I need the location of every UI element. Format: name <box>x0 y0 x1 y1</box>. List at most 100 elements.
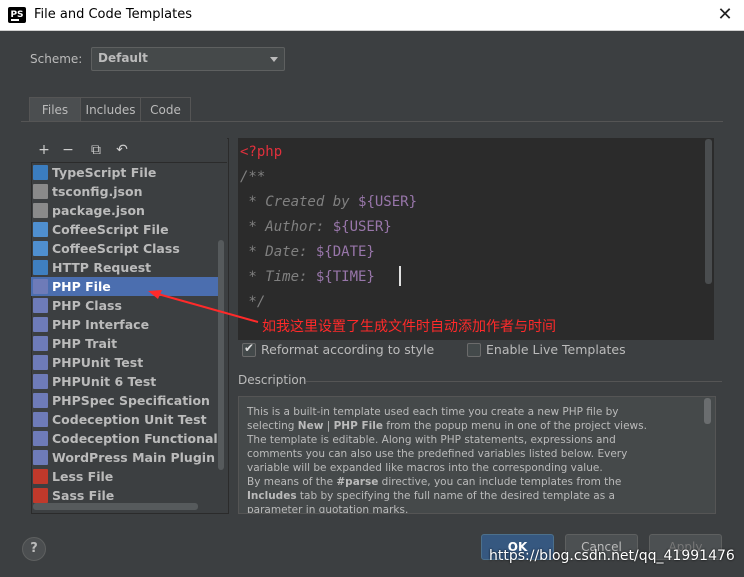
plus-icon: + <box>38 142 50 158</box>
template-item-label: TypeScript File <box>52 165 157 180</box>
template-item[interactable]: PHP Class <box>31 296 221 315</box>
json-file-icon <box>33 203 48 218</box>
php-file-icon <box>33 374 48 389</box>
code-line-time: * Time: ${TIME} <box>240 269 374 285</box>
template-code-editor[interactable]: <?php /** * Created by ${USER} * Author:… <box>238 138 714 340</box>
chevron-down-icon <box>270 57 278 62</box>
template-item[interactable]: tsconfig.json <box>31 182 221 201</box>
reset-template-button[interactable]: ↶ <box>113 140 131 160</box>
sass-file-icon <box>33 488 48 503</box>
time-prefix: * Time: <box>240 269 316 285</box>
ts-file-icon <box>33 165 48 180</box>
undo-icon: ↶ <box>116 142 128 158</box>
template-item-label: PHP Trait <box>52 336 118 351</box>
php-file-icon <box>33 355 48 370</box>
editor-scrollbar[interactable] <box>705 139 712 284</box>
template-list[interactable]: TypeScript File tsconfig.json package.json… <box>31 163 221 508</box>
code-line-date: * Date: ${DATE} <box>240 244 375 260</box>
php-file-icon <box>33 336 48 351</box>
description-divider <box>306 381 722 382</box>
reformat-checkbox[interactable] <box>242 341 256 357</box>
desc-text-5: tab by specifying the full name of the d… <box>247 490 615 514</box>
template-item[interactable]: PHP Trait <box>31 334 221 353</box>
code-line-comment-close: */ <box>240 294 266 310</box>
date-prefix: * Date: <box>240 244 316 260</box>
user-variable: ${USER} <box>358 194 418 210</box>
help-button[interactable]: ? <box>22 537 46 561</box>
remove-template-button[interactable]: − <box>59 140 77 160</box>
template-item[interactable]: package.json <box>31 201 221 220</box>
watermark-text: https://blog.csdn.net/qq_41991476 <box>489 548 735 564</box>
live-templates-checkbox[interactable] <box>467 343 481 357</box>
template-item-label: package.json <box>52 203 145 218</box>
date-variable: ${DATE} <box>315 244 375 260</box>
code-line-php-open: <?php <box>240 144 283 160</box>
template-item-label: PHP File <box>52 279 111 294</box>
phpstorm-app-icon: PS <box>8 7 26 23</box>
template-item-label: CoffeeScript Class <box>52 241 180 256</box>
template-item[interactable]: HTTP Request <box>31 258 221 277</box>
template-item[interactable]: WordPress Main Plugin File <box>31 448 221 467</box>
template-item[interactable]: PHP File <box>31 277 221 296</box>
scheme-value: Default <box>98 51 148 65</box>
template-item-label: Codeception Unit Test <box>52 412 207 427</box>
php-file-icon <box>33 431 48 446</box>
template-item[interactable]: CoffeeScript File <box>31 220 221 239</box>
template-item[interactable]: Codeception Unit Test <box>31 410 221 429</box>
description-scrollbar[interactable] <box>704 398 711 424</box>
author-variable: ${USER} <box>332 219 392 235</box>
text-caret <box>399 266 401 286</box>
desc-sep: | <box>323 420 334 432</box>
title-bar: PS File and Code Templates ✕ <box>0 0 744 31</box>
less-file-icon <box>33 469 48 484</box>
minus-icon: − <box>62 142 74 158</box>
template-item[interactable]: CoffeeScript Class <box>31 239 221 258</box>
list-horizontal-scrollbar[interactable] <box>33 503 198 510</box>
tab-includes[interactable]: Includes <box>80 97 141 122</box>
window-title: File and Code Templates <box>34 7 192 22</box>
desc-text-3: By means of the <box>247 476 337 488</box>
template-item[interactable]: PHPUnit 6 Test <box>31 372 221 391</box>
template-item[interactable]: TypeScript File <box>31 163 221 182</box>
tab-divider <box>21 121 723 122</box>
code-line-comment-open: /** <box>240 169 266 185</box>
help-icon: ? <box>30 541 38 556</box>
coffee-file-icon <box>33 222 48 237</box>
tab-files[interactable]: Files <box>29 97 81 122</box>
list-vertical-scrollbar[interactable] <box>218 240 224 470</box>
template-item[interactable]: PHPSpec Specification <box>31 391 221 410</box>
add-template-button[interactable]: + <box>35 140 53 160</box>
php-file-icon <box>33 279 48 294</box>
template-item-label: Less File <box>52 469 114 484</box>
close-button[interactable]: ✕ <box>714 5 736 25</box>
template-toolbar: + − ⧉ ↶ <box>31 138 227 163</box>
php-file-icon <box>33 317 48 332</box>
copy-template-button[interactable]: ⧉ <box>87 140 105 160</box>
description-text: This is a built-in template used each ti… <box>247 405 667 514</box>
desc-text-4: directive, you can include templates fro… <box>378 476 622 488</box>
scheme-label: Scheme: <box>30 52 83 66</box>
template-item[interactable]: Less File <box>31 467 221 486</box>
template-item[interactable]: PHPUnit Test <box>31 353 221 372</box>
scheme-select[interactable]: Default <box>91 47 285 71</box>
created-prefix: * Created by <box>240 194 359 210</box>
description-panel: This is a built-in template used each ti… <box>238 396 716 514</box>
template-item[interactable]: Codeception Functional Test <box>31 429 221 448</box>
template-item-label: WordPress Main Plugin File <box>52 450 221 465</box>
template-item-label: PHPSpec Specification <box>52 393 210 408</box>
desc-php-file: PHP File <box>333 420 383 432</box>
php-file-icon <box>33 298 48 313</box>
desc-parse: #parse <box>336 476 379 488</box>
annotation-text: 如我这里设置了生成文件时自动添加作者与时间 <box>262 319 556 335</box>
author-prefix: * Author: <box>240 219 333 235</box>
template-item-label: PHPUnit 6 Test <box>52 374 157 389</box>
template-item[interactable]: PHP Interface <box>31 315 221 334</box>
copy-icon: ⧉ <box>91 142 101 158</box>
template-item-label: HTTP Request <box>52 260 152 275</box>
api-file-icon <box>33 260 48 275</box>
template-item-label: CoffeeScript File <box>52 222 169 237</box>
reformat-label: Reformat according to style <box>261 342 435 357</box>
close-icon: ✕ <box>717 4 733 25</box>
php-file-icon <box>33 450 48 465</box>
tab-code[interactable]: Code <box>140 97 191 122</box>
